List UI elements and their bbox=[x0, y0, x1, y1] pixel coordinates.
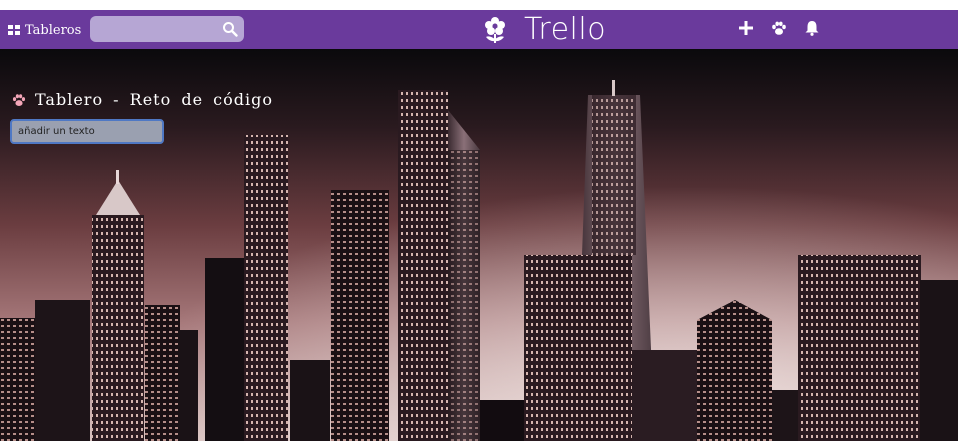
brand[interactable]: Trello bbox=[480, 10, 606, 49]
search-input[interactable] bbox=[96, 19, 220, 41]
navbar: Tableros Trello bbox=[0, 10, 958, 49]
grid-icon bbox=[8, 25, 20, 35]
paw-icon bbox=[12, 93, 26, 106]
search-box[interactable] bbox=[90, 16, 244, 42]
top-strip bbox=[0, 0, 958, 10]
search-icon[interactable] bbox=[222, 21, 238, 37]
board-title-text: Tablero - Reto de código bbox=[35, 90, 273, 109]
flower-logo-icon bbox=[485, 16, 505, 43]
plus-icon[interactable] bbox=[737, 19, 755, 37]
board-title: Tablero - Reto de código bbox=[11, 90, 273, 109]
add-text-input[interactable] bbox=[10, 119, 164, 144]
brand-text: Trello bbox=[524, 12, 607, 47]
bell-icon[interactable] bbox=[803, 19, 821, 37]
boards-button[interactable]: Tableros bbox=[8, 21, 81, 39]
nav-actions bbox=[737, 19, 821, 37]
paw-icon[interactable] bbox=[770, 19, 788, 37]
boards-label: Tableros bbox=[25, 22, 82, 38]
